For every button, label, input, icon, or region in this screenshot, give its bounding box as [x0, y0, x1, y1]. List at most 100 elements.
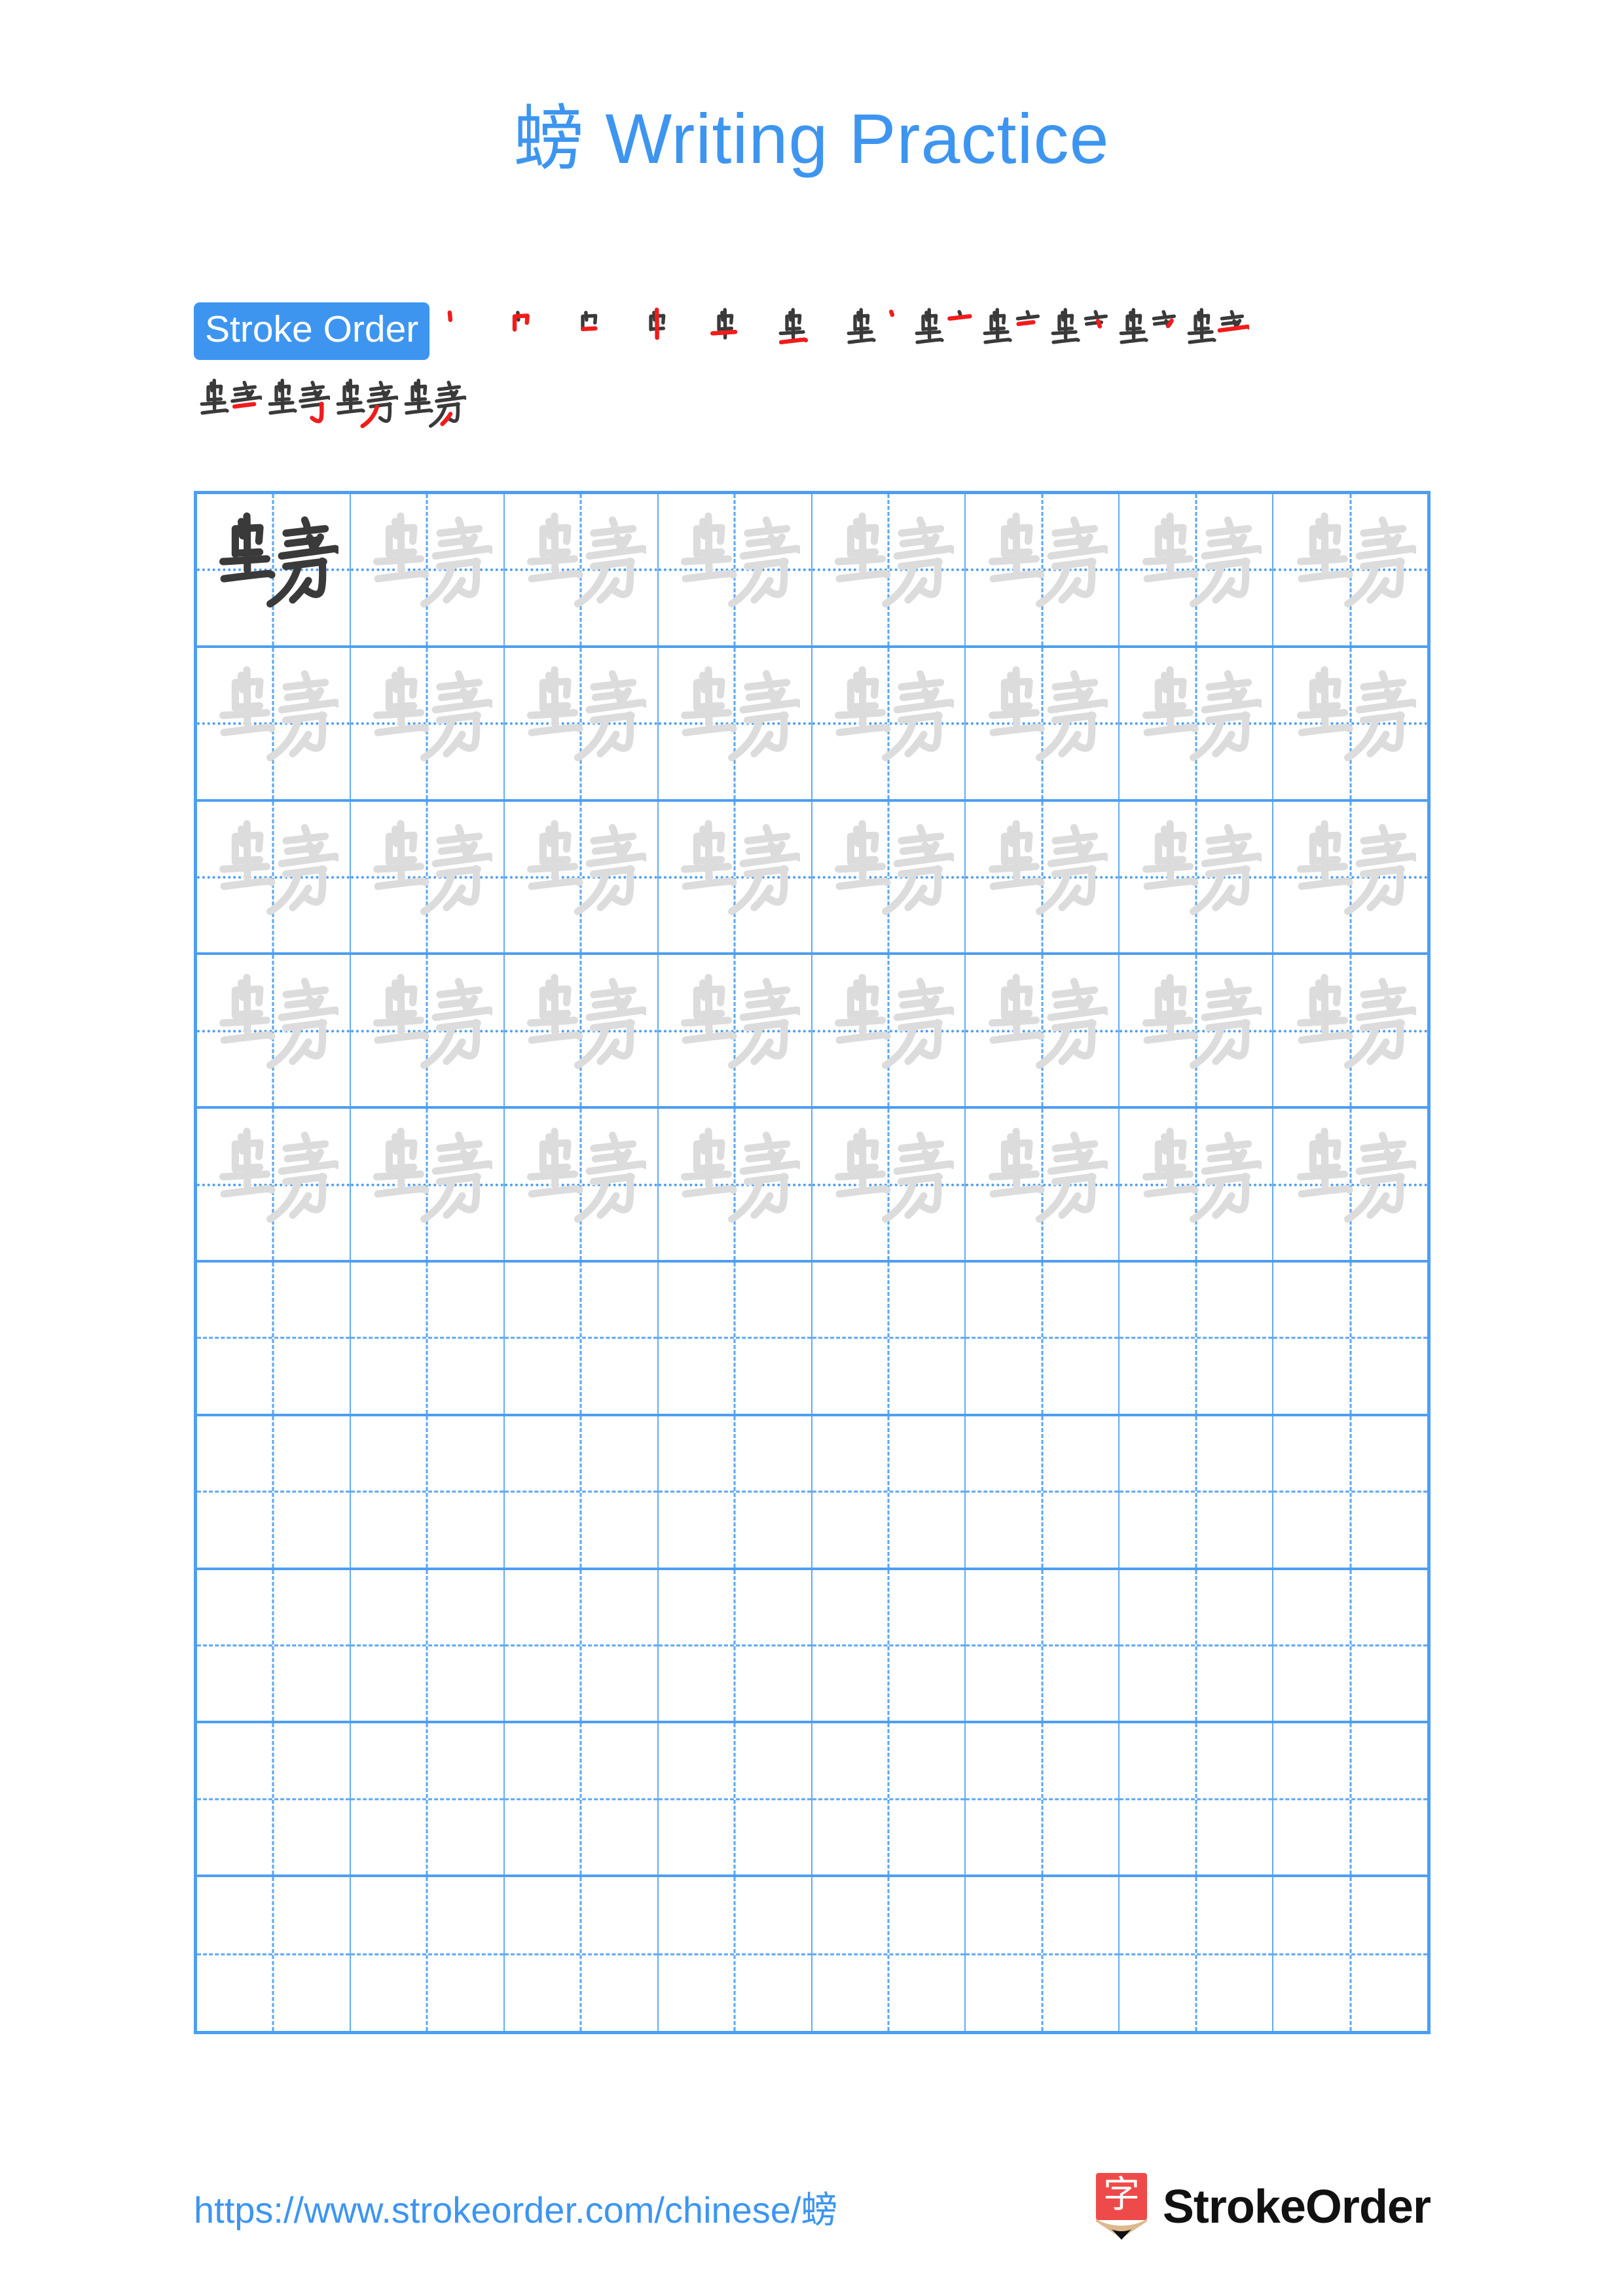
practice-cell[interactable]	[658, 1416, 812, 1568]
practice-cell[interactable]	[197, 1570, 351, 1721]
practice-cell[interactable]	[197, 647, 351, 799]
practice-cell[interactable]	[504, 955, 659, 1107]
practice-cell[interactable]	[350, 1570, 505, 1721]
practice-cell[interactable]	[350, 494, 505, 645]
practice-cell[interactable]	[966, 1416, 1120, 1568]
practice-cell[interactable]	[812, 494, 966, 645]
trace-character	[351, 648, 503, 799]
practice-cell[interactable]	[1273, 647, 1427, 799]
practice-cell[interactable]	[1120, 1109, 1274, 1260]
practice-cell[interactable]	[658, 494, 812, 645]
practice-cell[interactable]	[1273, 494, 1427, 645]
practice-cell[interactable]	[658, 1262, 812, 1414]
practice-cell[interactable]	[350, 801, 505, 953]
practice-cell[interactable]	[1273, 1877, 1427, 2031]
practice-cell[interactable]	[812, 1262, 966, 1414]
practice-grid[interactable]	[194, 491, 1431, 2034]
practice-cell[interactable]	[504, 1570, 659, 1721]
practice-cell[interactable]	[1120, 494, 1274, 645]
practice-cell[interactable]	[966, 1877, 1120, 2031]
practice-cell[interactable]	[1120, 1723, 1274, 1875]
trace-character	[1273, 955, 1427, 1106]
practice-cell[interactable]	[1120, 1570, 1274, 1721]
practice-cell[interactable]	[812, 1416, 966, 1568]
horizontal-guide-line	[812, 1644, 965, 1647]
practice-cell[interactable]	[350, 1416, 505, 1568]
stroke-step-11	[1113, 302, 1181, 370]
horizontal-guide-line	[197, 1798, 350, 1801]
practice-cell[interactable]	[504, 494, 659, 645]
practice-cell[interactable]	[966, 1262, 1120, 1414]
trace-character	[659, 648, 811, 799]
practice-cell[interactable]	[1273, 801, 1427, 953]
horizontal-guide-line	[658, 1798, 811, 1801]
practice-cell[interactable]	[350, 647, 505, 799]
practice-cell[interactable]	[658, 801, 812, 953]
practice-cell[interactable]	[350, 1262, 505, 1414]
practice-cell[interactable]	[658, 955, 812, 1107]
practice-cell[interactable]	[1273, 1723, 1427, 1875]
practice-cell[interactable]	[812, 1109, 966, 1260]
practice-cell[interactable]	[812, 801, 966, 953]
practice-cell[interactable]	[197, 1723, 351, 1875]
horizontal-guide-line	[197, 1644, 350, 1647]
practice-cell[interactable]	[504, 801, 659, 953]
practice-cell[interactable]	[966, 1723, 1120, 1875]
practice-cell[interactable]	[1273, 1416, 1427, 1568]
practice-cell[interactable]	[197, 955, 351, 1107]
practice-cell[interactable]	[966, 955, 1120, 1107]
practice-cell[interactable]	[350, 1723, 505, 1875]
stroke-step-12	[1181, 302, 1250, 370]
practice-cell[interactable]	[197, 1109, 351, 1260]
practice-cell[interactable]	[197, 1262, 351, 1414]
practice-cell[interactable]	[658, 1877, 812, 2031]
source-url-link[interactable]: https://www.strokeorder.com/chinese/螃	[194, 2181, 838, 2234]
practice-cell[interactable]	[1120, 1416, 1274, 1568]
practice-cell[interactable]	[1120, 801, 1274, 953]
practice-cell[interactable]	[812, 1723, 966, 1875]
practice-cell[interactable]	[350, 1877, 505, 2031]
practice-cell[interactable]	[812, 1877, 966, 2031]
practice-grid-row	[197, 801, 1427, 956]
practice-cell[interactable]	[1120, 647, 1274, 799]
practice-cell[interactable]	[350, 955, 505, 1107]
practice-cell[interactable]	[658, 1109, 812, 1260]
practice-cell[interactable]	[504, 1109, 659, 1260]
trace-character	[351, 802, 503, 953]
practice-cell[interactable]	[504, 647, 659, 799]
practice-cell[interactable]	[966, 494, 1120, 645]
vertical-guide-line	[272, 1877, 274, 2031]
practice-cell[interactable]	[504, 1877, 659, 2031]
practice-cell[interactable]	[1273, 1262, 1427, 1414]
horizontal-guide-line	[1120, 1490, 1273, 1493]
practice-cell[interactable]	[658, 647, 812, 799]
practice-cell[interactable]	[1273, 955, 1427, 1107]
practice-grid-row	[197, 1262, 1427, 1416]
practice-cell[interactable]	[966, 1570, 1120, 1721]
vertical-guide-line	[272, 1570, 274, 1721]
practice-cell[interactable]	[1120, 1262, 1274, 1414]
practice-cell[interactable]	[350, 1109, 505, 1260]
practice-cell[interactable]	[658, 1723, 812, 1875]
horizontal-guide-line	[350, 1490, 503, 1493]
practice-cell[interactable]	[1120, 1877, 1274, 2031]
practice-cell[interactable]	[966, 801, 1120, 953]
practice-cell[interactable]	[1273, 1109, 1427, 1260]
practice-cell[interactable]	[504, 1262, 659, 1414]
practice-cell[interactable]	[197, 1877, 351, 2031]
practice-cell[interactable]	[812, 1570, 966, 1721]
trace-character	[659, 802, 811, 953]
practice-cell[interactable]	[504, 1416, 659, 1568]
practice-cell[interactable]	[197, 1416, 351, 1568]
practice-cell[interactable]	[966, 1109, 1120, 1260]
brand-lockup[interactable]: 字 StrokeOrder	[1093, 2173, 1431, 2241]
practice-cell[interactable]	[658, 1570, 812, 1721]
practice-cell[interactable]	[812, 955, 966, 1107]
practice-cell[interactable]	[812, 647, 966, 799]
practice-cell[interactable]	[504, 1723, 659, 1875]
practice-cell[interactable]	[197, 801, 351, 953]
practice-cell[interactable]	[966, 647, 1120, 799]
practice-cell[interactable]	[1120, 955, 1274, 1107]
practice-cell[interactable]	[1273, 1570, 1427, 1721]
practice-cell[interactable]	[197, 494, 351, 645]
